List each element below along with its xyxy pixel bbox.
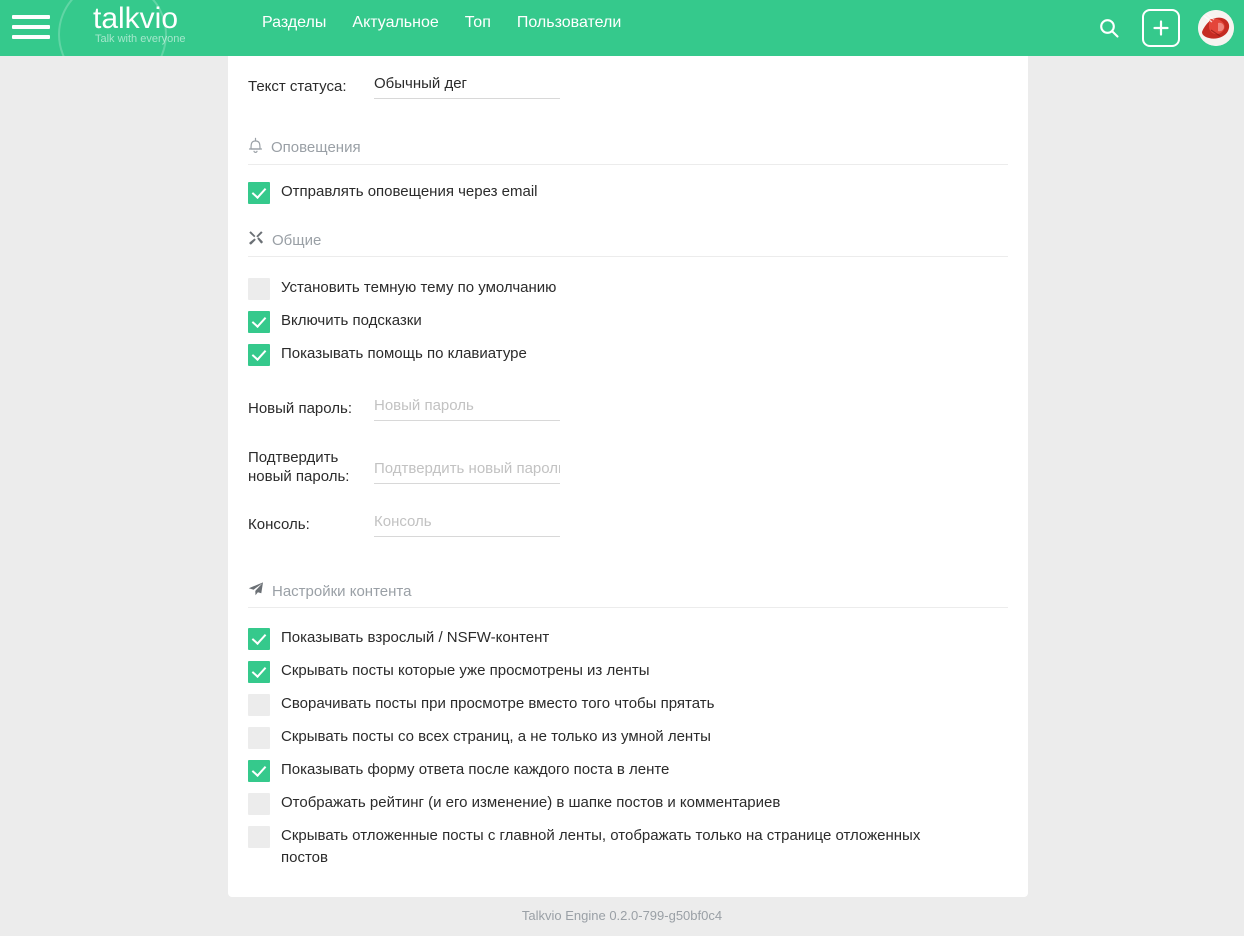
site-logo[interactable]: talkvio Talk with everyone	[93, 3, 243, 51]
checkbox-row-reply-form[interactable]: Показывать форму ответа после каждого по…	[228, 759, 1028, 782]
checkbox-label: Скрывать посты со всех страниц, а не тол…	[281, 728, 711, 745]
checkbox-row-email-notifications[interactable]: Отправлять оповещения через email	[228, 181, 1028, 204]
site-header: talkvio Talk with everyone Разделы Актуа…	[0, 0, 1244, 56]
nav-item-aktualnoe[interactable]: Актуальное	[352, 14, 438, 32]
create-post-button[interactable]	[1142, 9, 1180, 47]
section-header-content: Настройки контента	[228, 581, 1028, 601]
section-title: Настройки контента	[272, 582, 412, 600]
checkbox-label: Сворачивать посты при просмотре вместо т…	[281, 695, 715, 712]
section-header-notifications: Оповещения	[228, 137, 1028, 158]
nav-item-polzovateli[interactable]: Пользователи	[517, 14, 621, 32]
new-password-input[interactable]	[374, 394, 560, 421]
checkbox-row-hide-all-pages[interactable]: Скрывать посты со всех страниц, а не тол…	[228, 726, 1028, 749]
checkbox-tooltips[interactable]	[248, 311, 270, 333]
checkbox-label: Отправлять оповещения через email	[281, 183, 538, 200]
checkbox-label: Установить темную тему по умолчанию	[281, 279, 557, 296]
checkbox-row-show-rating[interactable]: Отображать рейтинг (и его изменение) в ш…	[228, 792, 1028, 815]
console-input[interactable]	[374, 510, 560, 537]
hamburger-bar	[12, 25, 50, 29]
logo-tagline: Talk with everyone	[95, 33, 186, 45]
hamburger-bar	[12, 35, 50, 39]
page-footer: Talkvio Engine 0.2.0-799-g50bf0c4	[0, 908, 1244, 923]
logo-title: talkvio	[93, 2, 179, 35]
checkbox-row-hide-deferred[interactable]: Скрывать отложенные посты с главной лент…	[228, 825, 1028, 869]
checkbox-label: Скрывать отложенные посты с главной лент…	[281, 827, 921, 866]
hamburger-menu-icon[interactable]	[8, 11, 54, 45]
checkbox-row-keyboard-help[interactable]: Показывать помощь по клавиатуре	[228, 343, 1028, 366]
tools-icon	[248, 230, 264, 250]
nav-item-top[interactable]: Топ	[465, 14, 491, 32]
checkbox-dark-theme[interactable]	[248, 278, 270, 300]
checkbox-row-dark-theme[interactable]: Установить темную тему по умолчанию	[228, 277, 1028, 300]
header-actions	[1094, 0, 1244, 56]
confirm-password-input[interactable]	[374, 457, 560, 484]
status-text-input[interactable]	[374, 72, 560, 99]
hamburger-bar	[12, 15, 50, 19]
checkbox-row-hide-viewed[interactable]: Скрывать посты которые уже просмотрены и…	[228, 660, 1028, 683]
checkbox-label: Скрывать посты которые уже просмотрены и…	[281, 662, 650, 679]
settings-card: Текст статуса: Оповещения Отправлять опо…	[228, 44, 1028, 897]
checkbox-nsfw[interactable]	[248, 628, 270, 650]
console-label: Консоль:	[248, 516, 310, 533]
checkbox-hide-all-pages[interactable]	[248, 727, 270, 749]
confirm-password-label: Подтвердить новый пароль:	[248, 449, 350, 485]
checkbox-keyboard-help[interactable]	[248, 344, 270, 366]
status-text-label: Текст статуса:	[248, 78, 347, 95]
checkbox-hide-viewed[interactable]	[248, 661, 270, 683]
main-nav: Разделы Актуальное Топ Пользователи	[262, 14, 621, 32]
checkbox-row-collapse-posts[interactable]: Сворачивать посты при просмотре вместо т…	[228, 693, 1028, 716]
section-title: Общие	[272, 231, 322, 249]
paper-plane-icon	[248, 581, 264, 601]
checkbox-hide-deferred[interactable]	[248, 826, 270, 848]
status-text-row: Текст статуса:	[228, 72, 1028, 99]
checkbox-label: Показывать форму ответа после каждого по…	[281, 761, 670, 778]
new-password-label: Новый пароль:	[248, 400, 353, 417]
checkbox-show-rating[interactable]	[248, 793, 270, 815]
section-title: Оповещения	[271, 139, 361, 156]
checkbox-row-nsfw[interactable]: Показывать взрослый / NSFW-контент	[228, 627, 1028, 650]
checkbox-label: Показывать помощь по клавиатуре	[281, 345, 527, 362]
nav-item-razdely[interactable]: Разделы	[262, 14, 326, 32]
checkbox-collapse-posts[interactable]	[248, 694, 270, 716]
section-divider	[248, 256, 1008, 257]
checkbox-label: Показывать взрослый / NSFW-контент	[281, 629, 550, 646]
new-password-row: Новый пароль:	[228, 394, 1028, 421]
search-icon[interactable]	[1094, 13, 1124, 43]
checkbox-label: Включить подсказки	[281, 312, 422, 329]
section-header-general: Общие	[228, 230, 1028, 250]
checkbox-email-notifications[interactable]	[248, 182, 270, 204]
section-divider	[248, 607, 1008, 608]
checkbox-label: Отображать рейтинг (и его изменение) в ш…	[281, 794, 781, 811]
bell-icon	[248, 137, 263, 158]
checkbox-row-tooltips[interactable]: Включить подсказки	[228, 310, 1028, 333]
confirm-password-row: Подтвердить новый пароль:	[228, 443, 1028, 486]
engine-version: Talkvio Engine 0.2.0-799-g50bf0c4	[521, 908, 723, 923]
checkbox-reply-form[interactable]	[248, 760, 270, 782]
user-avatar[interactable]	[1198, 10, 1234, 46]
console-row: Консоль:	[228, 510, 1028, 537]
section-divider	[248, 164, 1008, 165]
